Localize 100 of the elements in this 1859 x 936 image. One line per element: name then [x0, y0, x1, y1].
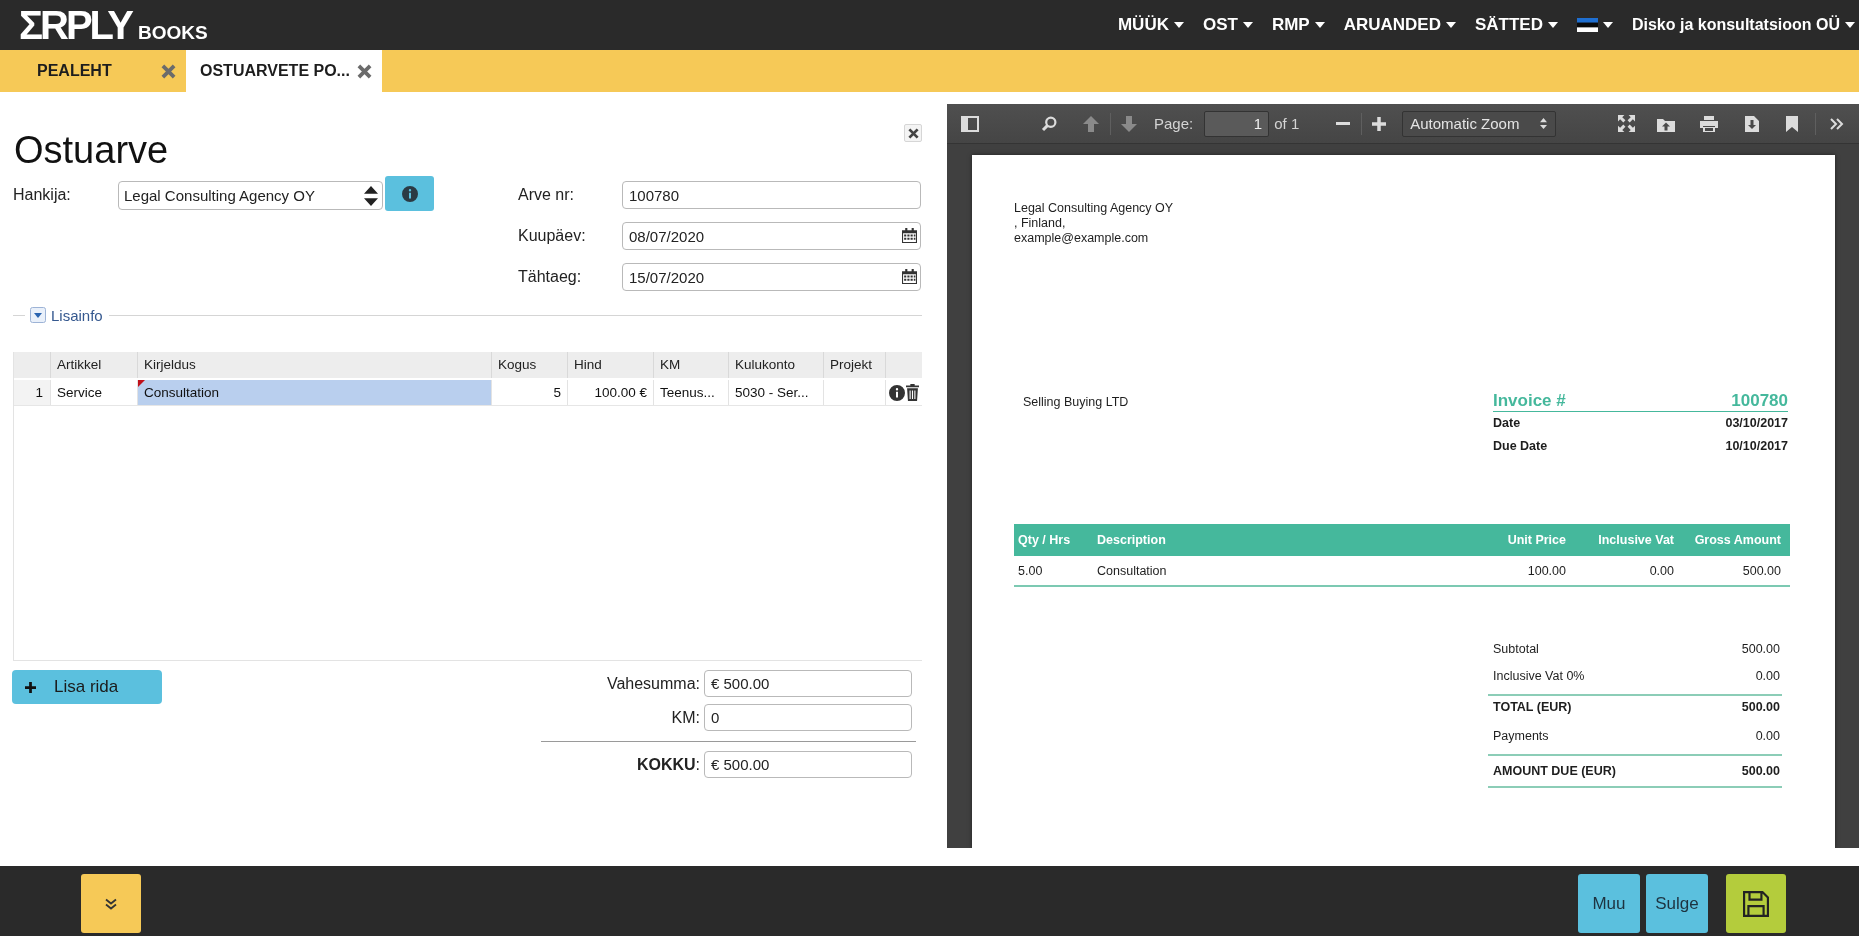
- table-cell-text: 100.00: [1526, 563, 1567, 578]
- total-label: Inclusive Vat 0%: [1493, 668, 1585, 685]
- menu-item[interactable]: SÄTTED: [1474, 10, 1558, 40]
- column-header: Gross Amount: [1693, 533, 1782, 547]
- invoice-label: Invoice #: [1493, 391, 1566, 411]
- close-icon: [907, 127, 919, 139]
- double-chevron-icon[interactable]: [1830, 117, 1845, 130]
- table-cell[interactable]: Teenus...: [654, 380, 729, 405]
- tab[interactable]: OSTUARVETE PO...: [186, 50, 382, 92]
- caret-icon: [1314, 22, 1325, 28]
- zoom-in-icon[interactable]: [1372, 116, 1387, 131]
- table-cell-text: 5.00: [1017, 563, 1044, 578]
- total-label: Subtotal: [1493, 641, 1539, 658]
- total-value: 0.00: [1755, 668, 1780, 685]
- toggle-icon[interactable]: [30, 307, 46, 323]
- table-cell-text: Consultation: [1096, 563, 1168, 578]
- total-label: KOKKU:: [635, 755, 701, 774]
- info-icon: [401, 185, 418, 202]
- add-row-button[interactable]: Lisa rida: [12, 670, 162, 704]
- company-menu[interactable]: Disko ja konsultatsioon OÜ: [1631, 10, 1855, 40]
- sort-arrows-icon: [1540, 118, 1548, 129]
- date-field[interactable]: 15/07/2020: [622, 263, 921, 291]
- amount-field[interactable]: 0: [704, 704, 912, 731]
- fullscreen-icon[interactable]: [1618, 115, 1636, 132]
- plus-icon: [25, 681, 36, 693]
- caret-icon: [1602, 22, 1613, 28]
- info-icon[interactable]: [889, 384, 905, 401]
- caret-icon: [1445, 22, 1456, 28]
- column-header: Projekt: [824, 352, 886, 378]
- total-value: 500.00: [1741, 641, 1780, 658]
- info-button[interactable]: [385, 176, 434, 211]
- action-button[interactable]: Muu: [1578, 874, 1640, 933]
- page-count: of 1: [1274, 115, 1300, 132]
- sort-arrows-icon: [364, 185, 378, 206]
- field-label: Arve nr:: [518, 185, 575, 205]
- search-icon[interactable]: [1041, 115, 1057, 132]
- zoom-out-icon[interactable]: [1336, 122, 1351, 125]
- table-cell[interactable]: 5030 - Ser...: [729, 380, 824, 405]
- page-title: Ostuarve: [14, 128, 169, 172]
- close-icon[interactable]: [161, 63, 176, 79]
- logo-subtitle: BOOKS: [138, 23, 208, 43]
- amount-field[interactable]: € 500.00: [704, 670, 912, 697]
- total-label: Payments: [1493, 728, 1549, 745]
- table-cell-text: 500.00: [1741, 563, 1782, 578]
- date-field[interactable]: 08/07/2020: [622, 222, 921, 250]
- logo-text: ΣRPLY: [19, 5, 131, 45]
- table-cell[interactable]: Consultation: [138, 380, 492, 405]
- text-field[interactable]: 100780: [622, 181, 921, 209]
- action-button[interactable]: Sulge: [1646, 874, 1708, 933]
- column-header: KM: [654, 352, 729, 378]
- caret-icon: [1845, 22, 1855, 28]
- table-cell[interactable]: 100.00 €: [568, 380, 654, 405]
- bookmark-icon[interactable]: [1786, 115, 1799, 132]
- close-icon[interactable]: [356, 63, 372, 79]
- total-label: KM:: [670, 708, 701, 727]
- menu-item[interactable]: RMP: [1271, 10, 1325, 40]
- page-label: Page:: [1154, 115, 1194, 132]
- menu-item[interactable]: OST: [1202, 10, 1253, 40]
- detail-value: 10/10/2017: [1725, 438, 1788, 455]
- column-header: Kogus: [492, 352, 568, 378]
- caret-icon: [1173, 22, 1184, 28]
- row-number: 1: [14, 380, 51, 405]
- column-header: Unit Price: [1506, 533, 1567, 547]
- field-label: Kuupäev:: [518, 226, 587, 246]
- total-value: 500.00: [1741, 763, 1780, 780]
- detail-value: 03/10/2017: [1725, 415, 1788, 432]
- column-header: Kirjeldus: [138, 352, 492, 378]
- download-icon[interactable]: [1745, 115, 1760, 132]
- invoice-number: 100780: [1731, 391, 1788, 411]
- print-icon[interactable]: [1700, 115, 1719, 132]
- table-cell[interactable]: 5: [492, 380, 568, 405]
- column-header: Inclusive Vat: [1597, 533, 1675, 547]
- total-value: 0.00: [1755, 728, 1780, 745]
- field-label: Tähtaeg:: [518, 267, 583, 287]
- address-line: example@example.com: [1014, 231, 1149, 246]
- caret-icon: [1547, 22, 1558, 28]
- supplier-select[interactable]: Legal Consulting Agency OY: [118, 181, 383, 210]
- column-header: Kulukonto: [729, 352, 824, 378]
- column-header: Description: [1096, 533, 1167, 547]
- page-number-field[interactable]: 1: [1204, 110, 1270, 137]
- table-cell-text: 0.00: [1648, 563, 1675, 578]
- column-header: Hind: [568, 352, 654, 378]
- total-value: 500.00: [1741, 699, 1780, 716]
- total-label: Vahesumma:: [605, 674, 701, 693]
- flag-icon: [1576, 18, 1598, 32]
- column-header: Qty / Hrs: [1017, 533, 1072, 547]
- total-label: AMOUNT DUE (EUR): [1493, 763, 1616, 780]
- amount-field[interactable]: € 500.00: [704, 751, 912, 778]
- address-line: , Finland,: [1014, 216, 1066, 231]
- address-line: Legal Consulting Agency OY: [1014, 201, 1174, 216]
- menu-item[interactable]: MÜÜK: [1117, 10, 1184, 40]
- section-label[interactable]: Lisainfo: [51, 306, 103, 324]
- total-label: TOTAL (EUR): [1493, 699, 1572, 716]
- zoom-select[interactable]: Automatic Zoom: [1402, 110, 1557, 137]
- column-header: Artikkel: [51, 352, 138, 378]
- sidebar-toggle-icon[interactable]: [961, 115, 979, 132]
- trash-icon[interactable]: [906, 384, 919, 401]
- close-button[interactable]: [904, 124, 922, 142]
- save-button[interactable]: [1726, 874, 1786, 933]
- menu-item[interactable]: ARUANDED: [1343, 10, 1456, 40]
